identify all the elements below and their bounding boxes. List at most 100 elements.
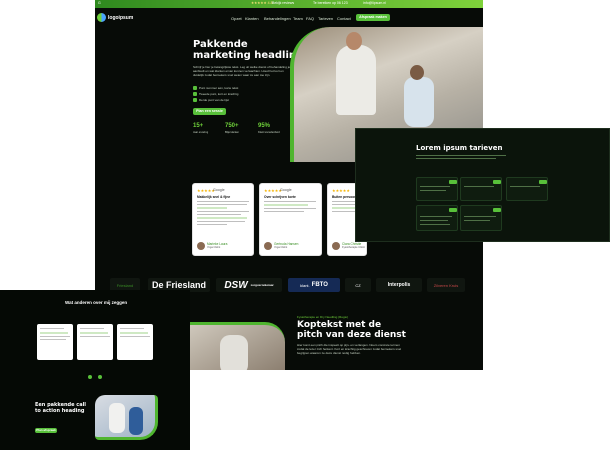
text-line: [464, 220, 490, 222]
reviewer-role: Yoga Cliënt: [274, 246, 288, 249]
nav-item-team[interactable]: Team: [293, 16, 303, 21]
patient-figure: [404, 77, 434, 127]
star-rating-icon: ★★★★★: [332, 188, 350, 193]
price-badge: [493, 208, 501, 212]
mini-review-card: [77, 324, 113, 360]
text-line: [120, 336, 150, 338]
cta-heading: Een pakkende call to action heading: [35, 402, 87, 414]
review-card: ★★★★★ Google Makkelijk snel & fijne Mari…: [192, 183, 254, 256]
text-line: [197, 224, 227, 226]
text-line: [510, 186, 540, 188]
mini-review-card: [117, 324, 153, 360]
nav-item-tarieven[interactable]: Tarieven: [318, 16, 333, 21]
cta-photo: [95, 395, 158, 440]
top-info-bar: G ★★★★★ 4.8 Bekijk reviews Te bereiken o…: [95, 0, 483, 8]
hero-check-2: Tweede punt, kort en krachtig: [199, 92, 239, 96]
price-card[interactable]: [416, 177, 458, 201]
price-card[interactable]: [460, 177, 502, 201]
avatar: [197, 242, 205, 250]
avatar: [264, 242, 272, 250]
hero-check-3: Derde punt van de lijst: [199, 98, 229, 102]
stat-satisfaction-label: Klant tevredenheid: [258, 131, 280, 134]
price-card[interactable]: [460, 205, 502, 231]
text-line: [197, 214, 241, 216]
text-line: [464, 186, 494, 188]
logo-text[interactable]: logoipsum: [108, 15, 133, 21]
insurer-logo: Zilveren Kruis: [427, 278, 465, 292]
topbar-reviews[interactable]: Bekijk reviews: [272, 1, 294, 5]
nav-cta-button[interactable]: Afspraak maken: [356, 14, 390, 21]
nav-item-contact[interactable]: Contact: [337, 16, 351, 21]
nav-item-opzet[interactable]: Opzet: [231, 16, 242, 21]
text-line: [197, 221, 245, 223]
hero-check-1: Punt nummer één, korte tekst: [199, 86, 239, 90]
review-title: Over schrijven korte: [264, 195, 296, 199]
reviewer-role: Yoga Cliënt: [207, 246, 221, 249]
review-title: Makkelijk snel & fijne: [197, 195, 231, 199]
topbar-phone[interactable]: Te bereiken op 06 123: [313, 1, 348, 5]
insurer-logo-interpolis: Interpolis: [376, 278, 422, 292]
pricing-title: Lorem ipsum tarieven: [416, 144, 503, 152]
interpolis-logo-text: Interpolis: [387, 282, 411, 288]
reviews-panel-title: Wat anderen over mij zeggen: [65, 300, 128, 305]
avatar: [332, 242, 340, 250]
cta-section-button[interactable]: Plan afspraak: [35, 428, 57, 433]
highlight-line: [40, 332, 68, 334]
text-line: [420, 186, 450, 188]
insurer-logo-label: CZ: [355, 282, 361, 288]
nav-item-klanten[interactable]: Klanten: [245, 16, 259, 21]
insurer-logo-fbto: klant. FBTO: [288, 278, 340, 292]
carousel-dot[interactable]: [98, 375, 102, 379]
text-line: [420, 216, 452, 218]
price-badge: [539, 180, 547, 184]
nav-item-faq[interactable]: FAQ: [306, 16, 314, 21]
trainer-figure: [109, 403, 125, 433]
price-card[interactable]: [416, 205, 458, 231]
check-icon: [193, 92, 197, 96]
friesland-logo-text: De Friesland: [151, 280, 207, 290]
text-line: [197, 201, 249, 203]
hero-cta-button[interactable]: Plan een sessie: [193, 108, 226, 115]
topbar-mail[interactable]: info@lipsum.nl: [363, 1, 386, 5]
logo-icon[interactable]: [97, 13, 106, 22]
highlight-line: [264, 204, 308, 207]
text-line: [264, 211, 304, 213]
pricing-panel: Lorem ipsum tarieven: [355, 128, 610, 242]
highlight-line: [197, 217, 247, 220]
text-line: [416, 155, 506, 157]
pitch-photo: [190, 322, 285, 370]
stat-clients-label: Blije klanten: [225, 131, 239, 134]
stat-years-num: 15+: [193, 123, 204, 129]
insurer-logo-cz: CZ: [345, 278, 371, 292]
check-icon: [193, 86, 197, 90]
reviewer-role: Fysiotherapie Cliënt: [342, 246, 365, 249]
therapist-head: [346, 32, 362, 50]
text-line: [40, 336, 70, 338]
hero-title: Pakkende marketing headline: [193, 39, 303, 61]
nav-item-behandelingen[interactable]: Behandelingen: [264, 16, 291, 21]
text-line: [264, 201, 316, 203]
highlight-line: [197, 207, 227, 210]
fbto-logo-text: FBTO: [311, 282, 328, 288]
pitch-title: Koptekst met de pitch van deze dienst: [297, 320, 406, 340]
google-label: Google: [213, 188, 225, 192]
highlight-line: [80, 332, 108, 334]
carousel-dot[interactable]: [88, 375, 92, 379]
stat-clients-num: 750+: [225, 123, 239, 129]
topbar-rating[interactable]: ★★★★★ 4.8: [251, 1, 273, 5]
text-line: [197, 211, 249, 213]
fbto-logo-pre: klant.: [300, 282, 310, 288]
price-badge: [449, 208, 457, 212]
check-icon: [193, 98, 197, 102]
text-line: [80, 336, 110, 338]
review-card: ★★★★★ Google Over schrijven korte Gertru…: [259, 183, 322, 256]
text-line: [420, 190, 446, 192]
text-line: [420, 220, 448, 222]
pitch-person-figure: [220, 335, 248, 370]
price-card[interactable]: [506, 177, 548, 201]
insurer-logo-dsw: DSW zorgverzekeraar: [216, 278, 282, 292]
hero-body: Schrijf je hier je belangrijkste tekst. …: [193, 65, 291, 77]
text-line: [264, 208, 316, 210]
text-line: [40, 339, 66, 341]
mini-review-card: [37, 324, 73, 360]
